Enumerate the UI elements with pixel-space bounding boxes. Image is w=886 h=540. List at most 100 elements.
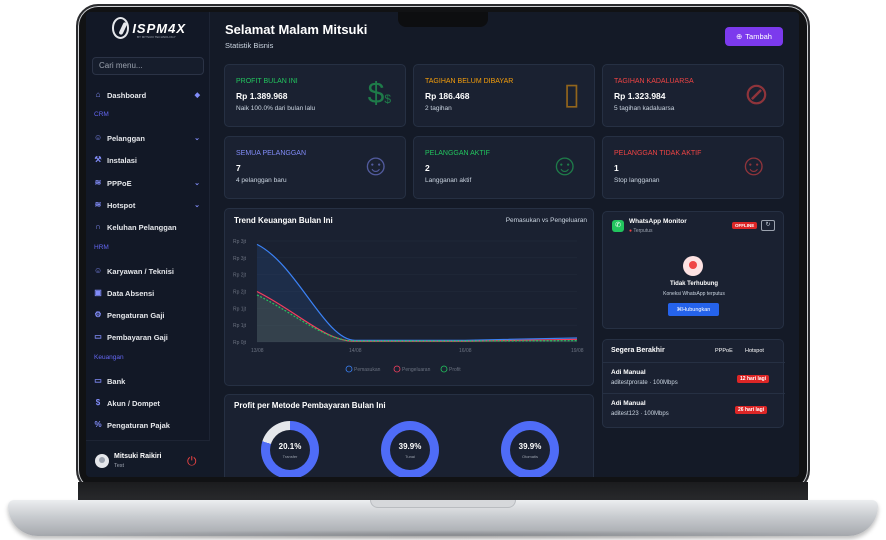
sidebar-item-dashboard[interactable]: ⌂ Dashboard ◆: [94, 88, 202, 102]
sidebar-item-pajak[interactable]: % Pengaturan Pajak: [94, 418, 202, 432]
sidebar-item-pembayaran-gaji[interactable]: ▭ Pembayaran Gaji: [94, 330, 202, 344]
sidebar-item-pppoe[interactable]: ≋ PPPoE ⌄: [94, 176, 202, 190]
donut-label: Tunai: [405, 454, 415, 459]
logo-icon: [112, 17, 130, 39]
donut-tunai: 39.9% Tunai: [381, 421, 439, 477]
legend-marker[interactable]: [440, 365, 448, 373]
home-icon: ⌂: [95, 90, 101, 99]
card-icon: ▭: [94, 332, 102, 341]
card-value: Rp 186.468: [425, 91, 470, 101]
card-subtext: Stop langganan: [614, 177, 660, 184]
card-all-customers[interactable]: SEMUA PELANGGAN 7 4 pelanggan baru ☺: [224, 136, 406, 199]
sidebar-item-absensi[interactable]: ▣ Data Absensi: [94, 286, 202, 300]
calendar-icon: ▣: [94, 288, 102, 297]
sidebar: ISPM4X BY MITSUKI TECHNOLOGY Cari menu..…: [86, 12, 210, 477]
x-tick-label: 13/08: [251, 348, 264, 354]
legend-label[interactable]: Profit: [449, 367, 461, 373]
screen: ISPM4X BY MITSUKI TECHNOLOGY Cari menu..…: [86, 12, 799, 477]
donut-percent: 39.9%: [518, 442, 542, 451]
whatsapp-icon: ✆: [612, 220, 624, 232]
legend-label[interactable]: Pengeluaran: [402, 367, 431, 373]
sidebar-item-label: Bank: [107, 376, 126, 386]
whatsapp-status: ● Terputus: [629, 228, 653, 234]
trend-chart: Rp 3jt Rp 3jt Rp 2jt Rp 2jt Rp 1jt Rp 1jt Rp 0…: [233, 239, 584, 373]
card-value: 7: [236, 163, 241, 173]
sidebar-item-hotspot[interactable]: ≋ Hotspot ⌄: [94, 198, 202, 212]
sidebar-item-label: Pengaturan Gaji: [107, 310, 165, 320]
disconnected-icon: [683, 256, 703, 276]
y-tick-label: Rp 3jt: [233, 239, 247, 245]
tab-hotspot[interactable]: Hotspot: [745, 348, 764, 354]
sidebar-item-label: Pembayaran Gaji: [107, 332, 168, 342]
card-label: PELANGGAN AKTIF: [425, 150, 490, 157]
refresh-icon[interactable]: ↻: [761, 220, 775, 231]
wifi-icon: ≋: [94, 200, 102, 209]
tab-pppoe[interactable]: PPPoE: [715, 348, 733, 354]
card-value: 1: [614, 163, 619, 173]
sidebar-item-karyawan[interactable]: ☺ Karyawan / Teknisi: [94, 264, 202, 278]
camera-notch: [398, 12, 488, 27]
logo-subtitle: BY MITSUKI TECHNOLOGY: [137, 35, 176, 39]
y-tick-label: Rp 2jt: [233, 273, 247, 279]
connect-button-label: Hubungkan: [682, 306, 711, 313]
wifi-icon: ≋: [94, 178, 102, 187]
add-button[interactable]: ⊕ Tambah: [725, 27, 783, 46]
card-label: TAGIHAN KADALUARSA: [614, 78, 694, 85]
x-tick-label: 19/08: [571, 348, 584, 354]
sidebar-item-pelanggan[interactable]: ☺ Pelanggan ⌄: [94, 131, 202, 145]
wa-message-sub: Koneksi WhatsApp terputus: [663, 291, 725, 297]
card-label: TAGIHAN BELUM DIBAYAR: [425, 78, 514, 85]
sidebar-item-bank[interactable]: ▭ Bank: [94, 374, 202, 388]
y-tick-label: Rp 0jt: [233, 340, 247, 346]
donut-transfer: 20.1% Transfer: [261, 421, 319, 477]
card-subtext: Naik 100.0% dari bulan lalu: [236, 105, 316, 112]
users-icon: ☺: [94, 133, 103, 142]
legend-marker[interactable]: [345, 365, 353, 373]
legend-label[interactable]: Pemasukan: [354, 367, 381, 373]
sidebar-item-akun-dompet[interactable]: $ Akun / Dompet: [94, 396, 202, 410]
card-label: PELANGGAN TIDAK AKTIF: [614, 150, 702, 157]
card-subtext: Langganan aktif: [425, 177, 472, 184]
y-tick-label: Rp 1jt: [233, 323, 247, 329]
expiring-panel: Segera Berakhir PPPoE Hotspot Adi Manual…: [602, 339, 785, 428]
page-subtitle: Statistik Bisnis: [225, 41, 274, 50]
donut-center: 39.9% Otomatis: [510, 430, 550, 470]
y-tick-label: Rp 3jt: [233, 256, 247, 262]
donut-otomatis: 39.9% Otomatis: [501, 421, 559, 477]
y-tick-label: Rp 2jt: [233, 290, 247, 296]
sidebar-item-instalasi[interactable]: ⚒ Instalasi: [94, 153, 202, 167]
item-name: Adi Manual: [611, 400, 646, 407]
sidebar-item-label: Pengaturan Pajak: [107, 420, 170, 430]
menu-search-input[interactable]: Cari menu...: [92, 57, 204, 75]
card-value: 2: [425, 163, 430, 173]
sidebar-item-label: Keluhan Pelanggan: [107, 222, 177, 232]
logout-power-icon[interactable]: ⏻: [187, 454, 197, 469]
card-value: Rp 1.323.984: [614, 91, 666, 101]
trend-panel: Trend Keuangan Bulan Ini Pemasukan vs Pe…: [224, 208, 594, 386]
page-title: Selamat Malam Mitsuki: [225, 22, 368, 37]
card-expired[interactable]: TAGIHAN KADALUARSA Rp 1.323.984 5 tagiha…: [602, 64, 784, 127]
donut-label: Transfer: [282, 454, 298, 459]
user-name: Mitsuki Raikiri: [114, 453, 162, 460]
card-profit[interactable]: PROFIT BULAN INI Rp 1.389.968 Naik 100.0…: [224, 64, 406, 127]
donut-percent: 20.1%: [278, 442, 302, 451]
whatsapp-status-text: Terputus: [633, 228, 653, 234]
legend-marker[interactable]: [393, 365, 401, 373]
user-panel[interactable]: Mitsuki Raikiri Test ⏻: [86, 440, 210, 477]
card-inactive-customers[interactable]: PELANGGAN TIDAK AKTIF 1 Stop langganan ☺: [602, 136, 784, 199]
sidebar-item-label: Pelanggan: [107, 133, 145, 143]
card-unpaid[interactable]: TAGIHAN BELUM DIBAYAR Rp 186.468 2 tagih…: [413, 64, 595, 127]
item-detail: aditest123 · 100Mbps: [611, 411, 669, 417]
connect-button[interactable]: ⌘ Hubungkan: [668, 303, 719, 316]
sidebar-item-label: Data Absensi: [107, 288, 155, 298]
chevron-down-icon: ⌄: [194, 202, 200, 209]
whatsapp-panel: ✆ WhatsApp Monitor ● Terputus OFFLINE ↻ …: [602, 211, 784, 329]
sidebar-item-pengaturan-gaji[interactable]: ⚙ Pengaturan Gaji: [94, 308, 202, 322]
card-active-customers[interactable]: PELANGGAN AKTIF 2 Langganan aktif ☺: [413, 136, 595, 199]
sidebar-item-label: Instalasi: [107, 155, 138, 165]
laptop-opening-lip: [370, 500, 516, 508]
avatar: [95, 454, 109, 468]
sidebar-item-keluhan[interactable]: ∩ Keluhan Pelanggan: [94, 220, 202, 234]
payment-panel: Profit per Metode Pembayaran Bulan Ini 2…: [224, 394, 594, 477]
divider: [603, 362, 785, 363]
